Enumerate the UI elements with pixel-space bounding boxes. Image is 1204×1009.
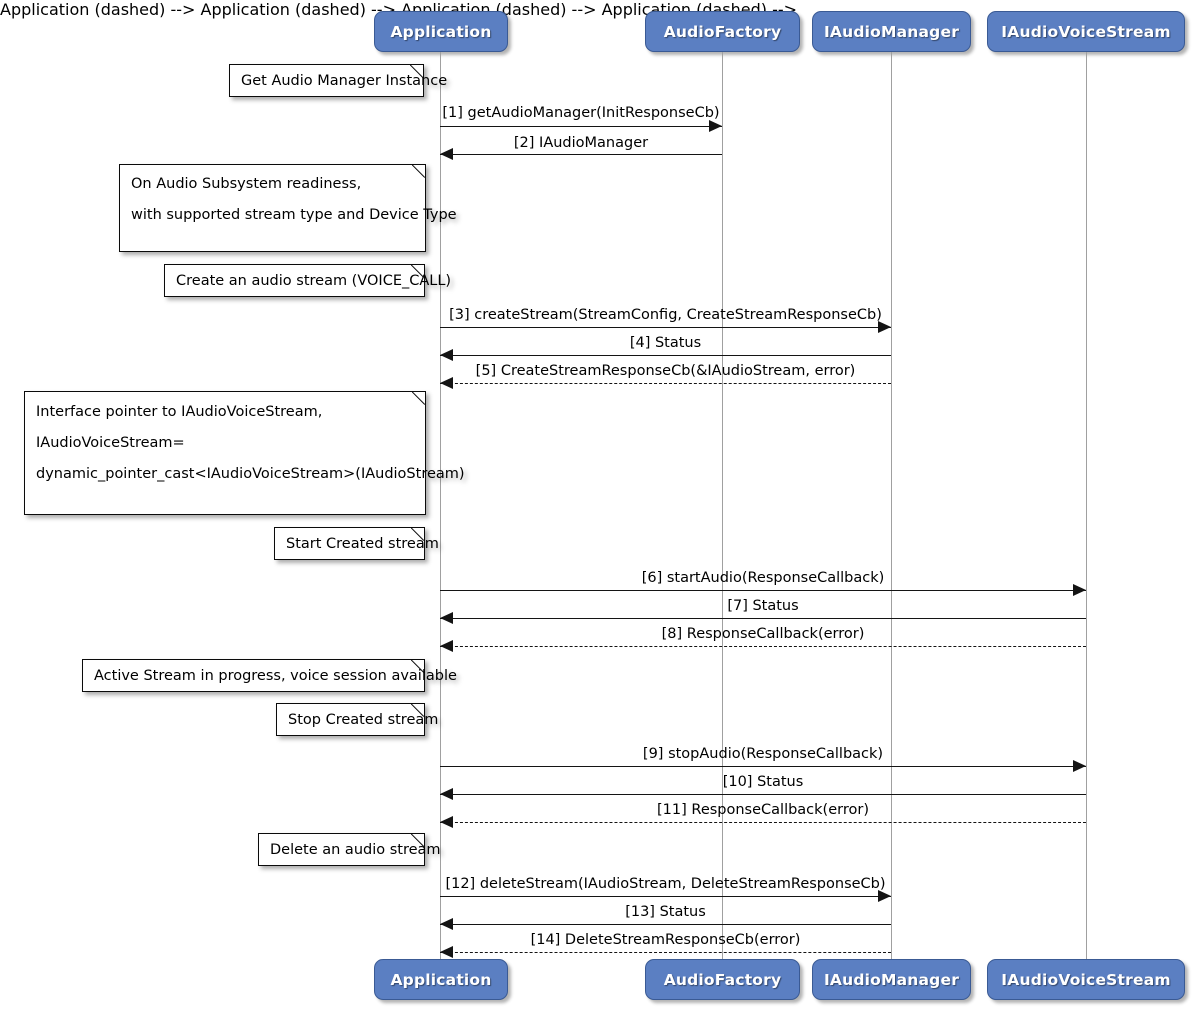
note-text: Active Stream in progress, voice session…	[94, 668, 457, 684]
message-label-10: [10] Status	[722, 774, 804, 790]
message-line-11	[440, 822, 1086, 823]
message-arrowhead-11	[440, 816, 453, 828]
message-label-1: [1] getAudioManager(InitResponseCb)	[442, 105, 720, 121]
participant-header-iaudiomanager[interactable]: IAudioManager	[812, 11, 971, 52]
participant-footer-iaudiomanager[interactable]: IAudioManager	[812, 959, 971, 1000]
message-line-8	[440, 646, 1086, 647]
message-label-5: [5] CreateStreamResponseCb(&IAudioStream…	[475, 363, 856, 379]
message-line-3	[440, 327, 891, 328]
participant-label: IAudioManager	[823, 970, 960, 989]
note-get-audio-manager-instance: Get Audio Manager Instance	[229, 64, 448, 97]
note-audio-subsystem-readiness: On Audio Subsystem readiness, with suppo…	[119, 164, 457, 252]
message-arrowhead-5	[440, 377, 453, 389]
message-line-12	[440, 896, 891, 897]
message-arrowhead-12	[878, 890, 891, 902]
message-label-8: [8] ResponseCallback(error)	[661, 626, 865, 642]
message-label-9: [9] stopAudio(ResponseCallback)	[642, 746, 884, 762]
message-line-6	[440, 590, 1086, 591]
lifeline-iaudiovoicestream	[1086, 52, 1087, 959]
participant-footer-audiofactory[interactable]: AudioFactory	[645, 959, 800, 1000]
message-line-2	[440, 154, 722, 155]
note-start-created-stream: Start Created stream	[274, 527, 439, 560]
message-arrowhead-2	[440, 148, 453, 160]
sequence-diagram: Application AudioFactory IAudioManager I…	[0, 0, 1204, 1009]
message-label-4: [4] Status	[629, 335, 702, 351]
note-text-line-2: with supported stream type and Device Ty…	[131, 207, 457, 224]
note-text-line-2: IAudioVoiceStream=	[36, 435, 185, 452]
message-line-4	[440, 355, 891, 356]
message-arrowhead-1	[709, 120, 722, 132]
message-arrowhead-4	[440, 349, 453, 361]
note-active-stream: Active Stream in progress, voice session…	[82, 659, 457, 692]
participant-label: IAudioVoiceStream	[1001, 22, 1171, 41]
message-arrowhead-13	[440, 918, 453, 930]
message-line-9	[440, 766, 1086, 767]
message-label-3: [3] createStream(StreamConfig, CreateStr…	[449, 307, 882, 323]
participant-header-application[interactable]: Application	[374, 11, 508, 52]
note-stop-created-stream: Stop Created stream	[276, 703, 439, 736]
message-label-11: [11] ResponseCallback(error)	[657, 802, 869, 818]
message-line-10	[440, 794, 1086, 795]
note-text: Start Created stream	[286, 536, 439, 552]
message-label-2: [2] IAudioManager	[513, 135, 649, 151]
message-label-14: [14] DeleteStreamResponseCb(error)	[530, 932, 801, 948]
note-text-line-1: On Audio Subsystem readiness,	[131, 176, 362, 192]
message-arrowhead-14	[440, 946, 453, 958]
message-arrowhead-3	[878, 321, 891, 333]
participant-footer-application[interactable]: Application	[374, 959, 508, 1000]
participant-label: IAudioVoiceStream	[1001, 970, 1171, 989]
participant-label: Application	[390, 970, 492, 989]
message-arrowhead-8	[440, 640, 453, 652]
message-line-7	[440, 618, 1086, 619]
message-label-12: [12] deleteStream(IAudioStream, DeleteSt…	[445, 876, 886, 892]
message-arrowhead-6	[1073, 584, 1086, 596]
message-line-14	[440, 952, 891, 953]
message-label-6: [6] startAudio(ResponseCallback)	[641, 570, 885, 586]
participant-header-iaudiovoicestream[interactable]: IAudioVoiceStream	[987, 11, 1185, 52]
participant-label: IAudioManager	[823, 22, 960, 41]
note-text: Create an audio stream (VOICE_CALL)	[176, 273, 452, 289]
note-delete-audio-stream: Delete an audio stream	[258, 833, 441, 866]
participant-label: Application	[390, 22, 492, 41]
participant-label: AudioFactory	[663, 22, 782, 41]
message-label-13: [13] Status	[625, 904, 706, 920]
message-line-1	[440, 126, 722, 127]
note-text-line-1: Interface pointer to IAudioVoiceStream,	[36, 404, 323, 420]
note-create-audio-stream: Create an audio stream (VOICE_CALL)	[164, 264, 452, 297]
message-arrowhead-9	[1073, 760, 1086, 772]
note-text: Get Audio Manager Instance	[241, 73, 448, 89]
participant-label: AudioFactory	[663, 970, 782, 989]
note-interface-pointer: Interface pointer to IAudioVoiceStream, …	[24, 391, 465, 515]
participant-header-audiofactory[interactable]: AudioFactory	[645, 11, 800, 52]
message-arrowhead-10	[440, 788, 453, 800]
note-text: Delete an audio stream	[270, 842, 441, 858]
message-label-7: [7] Status	[727, 598, 799, 614]
message-line-13	[440, 924, 891, 925]
note-text-line-3: dynamic_pointer_cast<IAudioVoiceStream>(…	[36, 466, 465, 483]
note-text: Stop Created stream	[288, 712, 439, 728]
participant-footer-iaudiovoicestream[interactable]: IAudioVoiceStream	[987, 959, 1185, 1000]
message-arrowhead-7	[440, 612, 453, 624]
message-line-5	[440, 383, 891, 384]
